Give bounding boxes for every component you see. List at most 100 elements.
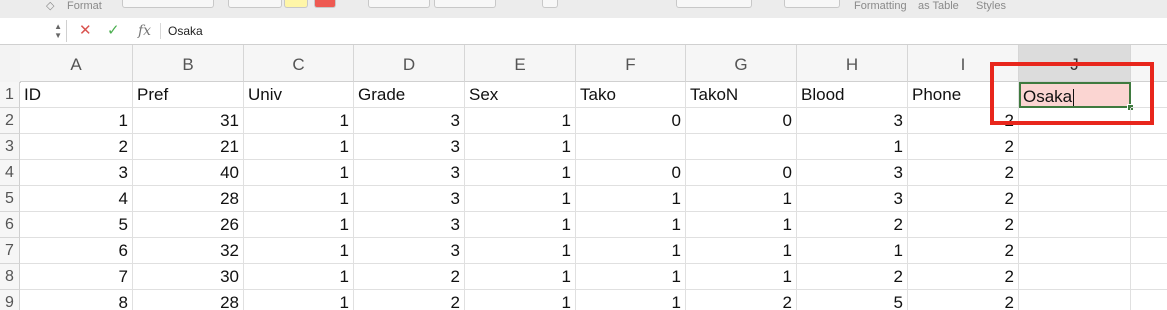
cell[interactable]: 1 — [244, 264, 354, 290]
name-box[interactable]: ▲ ▼ — [0, 20, 67, 42]
cell[interactable]: 4 — [20, 186, 133, 212]
cell[interactable]: 2 — [20, 134, 133, 160]
cell[interactable] — [1131, 238, 1167, 264]
cell-styles-label[interactable]: Styles — [976, 0, 1006, 12]
row-header[interactable]: 4 — [0, 160, 20, 186]
cell[interactable]: 3 — [354, 186, 465, 212]
name-box-stepper-icon[interactable]: ▲ ▼ — [54, 22, 62, 40]
header-cell-d[interactable]: Grade — [354, 82, 465, 108]
cell[interactable]: 1 — [686, 238, 797, 264]
conditional-formatting-label[interactable]: Formatting — [854, 0, 907, 12]
cell[interactable]: 1 — [465, 290, 576, 310]
format-as-table-label[interactable]: as Table — [918, 0, 959, 12]
header-cell-i[interactable]: Phone — [908, 82, 1019, 108]
cell[interactable]: 3 — [354, 238, 465, 264]
cell[interactable]: 0 — [576, 160, 686, 186]
number-format-group[interactable] — [676, 0, 752, 8]
cell[interactable]: 2 — [908, 160, 1019, 186]
cell[interactable]: 6 — [20, 238, 133, 264]
cell[interactable]: 3 — [354, 108, 465, 134]
cell[interactable]: 1 — [465, 186, 576, 212]
cell[interactable]: 3 — [20, 160, 133, 186]
cell[interactable]: 2 — [908, 108, 1019, 134]
cell[interactable] — [1131, 134, 1167, 160]
cell[interactable] — [1019, 108, 1131, 134]
cell[interactable]: 1 — [686, 212, 797, 238]
cell[interactable] — [1019, 264, 1131, 290]
cell[interactable] — [1131, 186, 1167, 212]
cell[interactable] — [1019, 160, 1131, 186]
cell[interactable]: 28 — [133, 186, 244, 212]
cell[interactable]: 2 — [908, 264, 1019, 290]
select-all-corner[interactable] — [0, 45, 21, 83]
row-header[interactable]: 5 — [0, 186, 20, 212]
cell[interactable]: 1 — [244, 238, 354, 264]
cell[interactable]: 2 — [908, 186, 1019, 212]
indent-group[interactable] — [434, 0, 496, 8]
wrap-text-checkbox[interactable] — [542, 0, 558, 8]
cell[interactable] — [1019, 212, 1131, 238]
font-name-box[interactable] — [122, 0, 214, 8]
cell[interactable] — [1131, 82, 1167, 108]
column-header-overflow[interactable] — [1131, 45, 1167, 82]
cell[interactable]: 1 — [686, 264, 797, 290]
column-header-d[interactable]: D — [354, 45, 465, 82]
cell[interactable]: 0 — [576, 108, 686, 134]
cell[interactable]: 1 — [244, 212, 354, 238]
cell[interactable] — [1131, 108, 1167, 134]
cell[interactable]: 2 — [908, 290, 1019, 310]
row-header[interactable]: 9 — [0, 290, 20, 310]
cell[interactable] — [1019, 290, 1131, 310]
cell[interactable] — [1019, 134, 1131, 160]
cell[interactable]: 1 — [465, 212, 576, 238]
cell[interactable]: 3 — [354, 160, 465, 186]
column-header-i[interactable]: I — [908, 45, 1019, 82]
cell[interactable]: 3 — [354, 134, 465, 160]
column-header-a[interactable]: A — [20, 45, 133, 82]
cell[interactable]: 1 — [576, 264, 686, 290]
column-header-g[interactable]: G — [686, 45, 797, 82]
cell[interactable]: 3 — [797, 186, 908, 212]
cell[interactable]: 3 — [797, 108, 908, 134]
cell[interactable]: 1 — [576, 212, 686, 238]
row-header[interactable]: 3 — [0, 134, 20, 160]
column-header-e[interactable]: E — [465, 45, 576, 82]
cell[interactable]: 1 — [244, 160, 354, 186]
column-header-h[interactable]: H — [797, 45, 908, 82]
row-header[interactable]: 8 — [0, 264, 20, 290]
decimal-group[interactable] — [784, 0, 840, 8]
row-header[interactable]: 7 — [0, 238, 20, 264]
cell[interactable]: 5 — [20, 212, 133, 238]
cell[interactable]: 1 — [465, 108, 576, 134]
cell[interactable]: 1 — [465, 238, 576, 264]
cell[interactable] — [1131, 160, 1167, 186]
header-cell-h[interactable]: Blood — [797, 82, 908, 108]
row-header[interactable]: 2 — [0, 108, 20, 134]
cell[interactable]: 2 — [354, 290, 465, 310]
cell[interactable]: 8 — [20, 290, 133, 310]
row-header[interactable]: 1 — [0, 82, 20, 108]
cell[interactable]: 2 — [908, 238, 1019, 264]
cell[interactable]: 1 — [576, 186, 686, 212]
header-cell-b[interactable]: Pref — [133, 82, 244, 108]
cell[interactable]: 26 — [133, 212, 244, 238]
cell[interactable]: 1 — [465, 134, 576, 160]
header-cell-f[interactable]: Tako — [576, 82, 686, 108]
cell[interactable]: 0 — [686, 160, 797, 186]
cell[interactable]: 2 — [797, 264, 908, 290]
cell[interactable]: 1 — [244, 186, 354, 212]
cell[interactable]: 0 — [686, 108, 797, 134]
cell[interactable]: 1 — [797, 134, 908, 160]
column-header-b[interactable]: B — [133, 45, 244, 82]
cell[interactable]: 7 — [20, 264, 133, 290]
cell[interactable]: 2 — [354, 264, 465, 290]
header-cell-a[interactable]: ID — [20, 82, 133, 108]
active-cell[interactable]: Osaka — [1019, 82, 1131, 108]
header-cell-e[interactable]: Sex — [465, 82, 576, 108]
cell[interactable]: 31 — [133, 108, 244, 134]
cell[interactable]: 1 — [465, 160, 576, 186]
column-header-j[interactable]: J — [1019, 45, 1131, 82]
fill-color-button[interactable] — [284, 0, 308, 8]
cell[interactable]: 1 — [576, 238, 686, 264]
cell[interactable]: 1 — [244, 134, 354, 160]
